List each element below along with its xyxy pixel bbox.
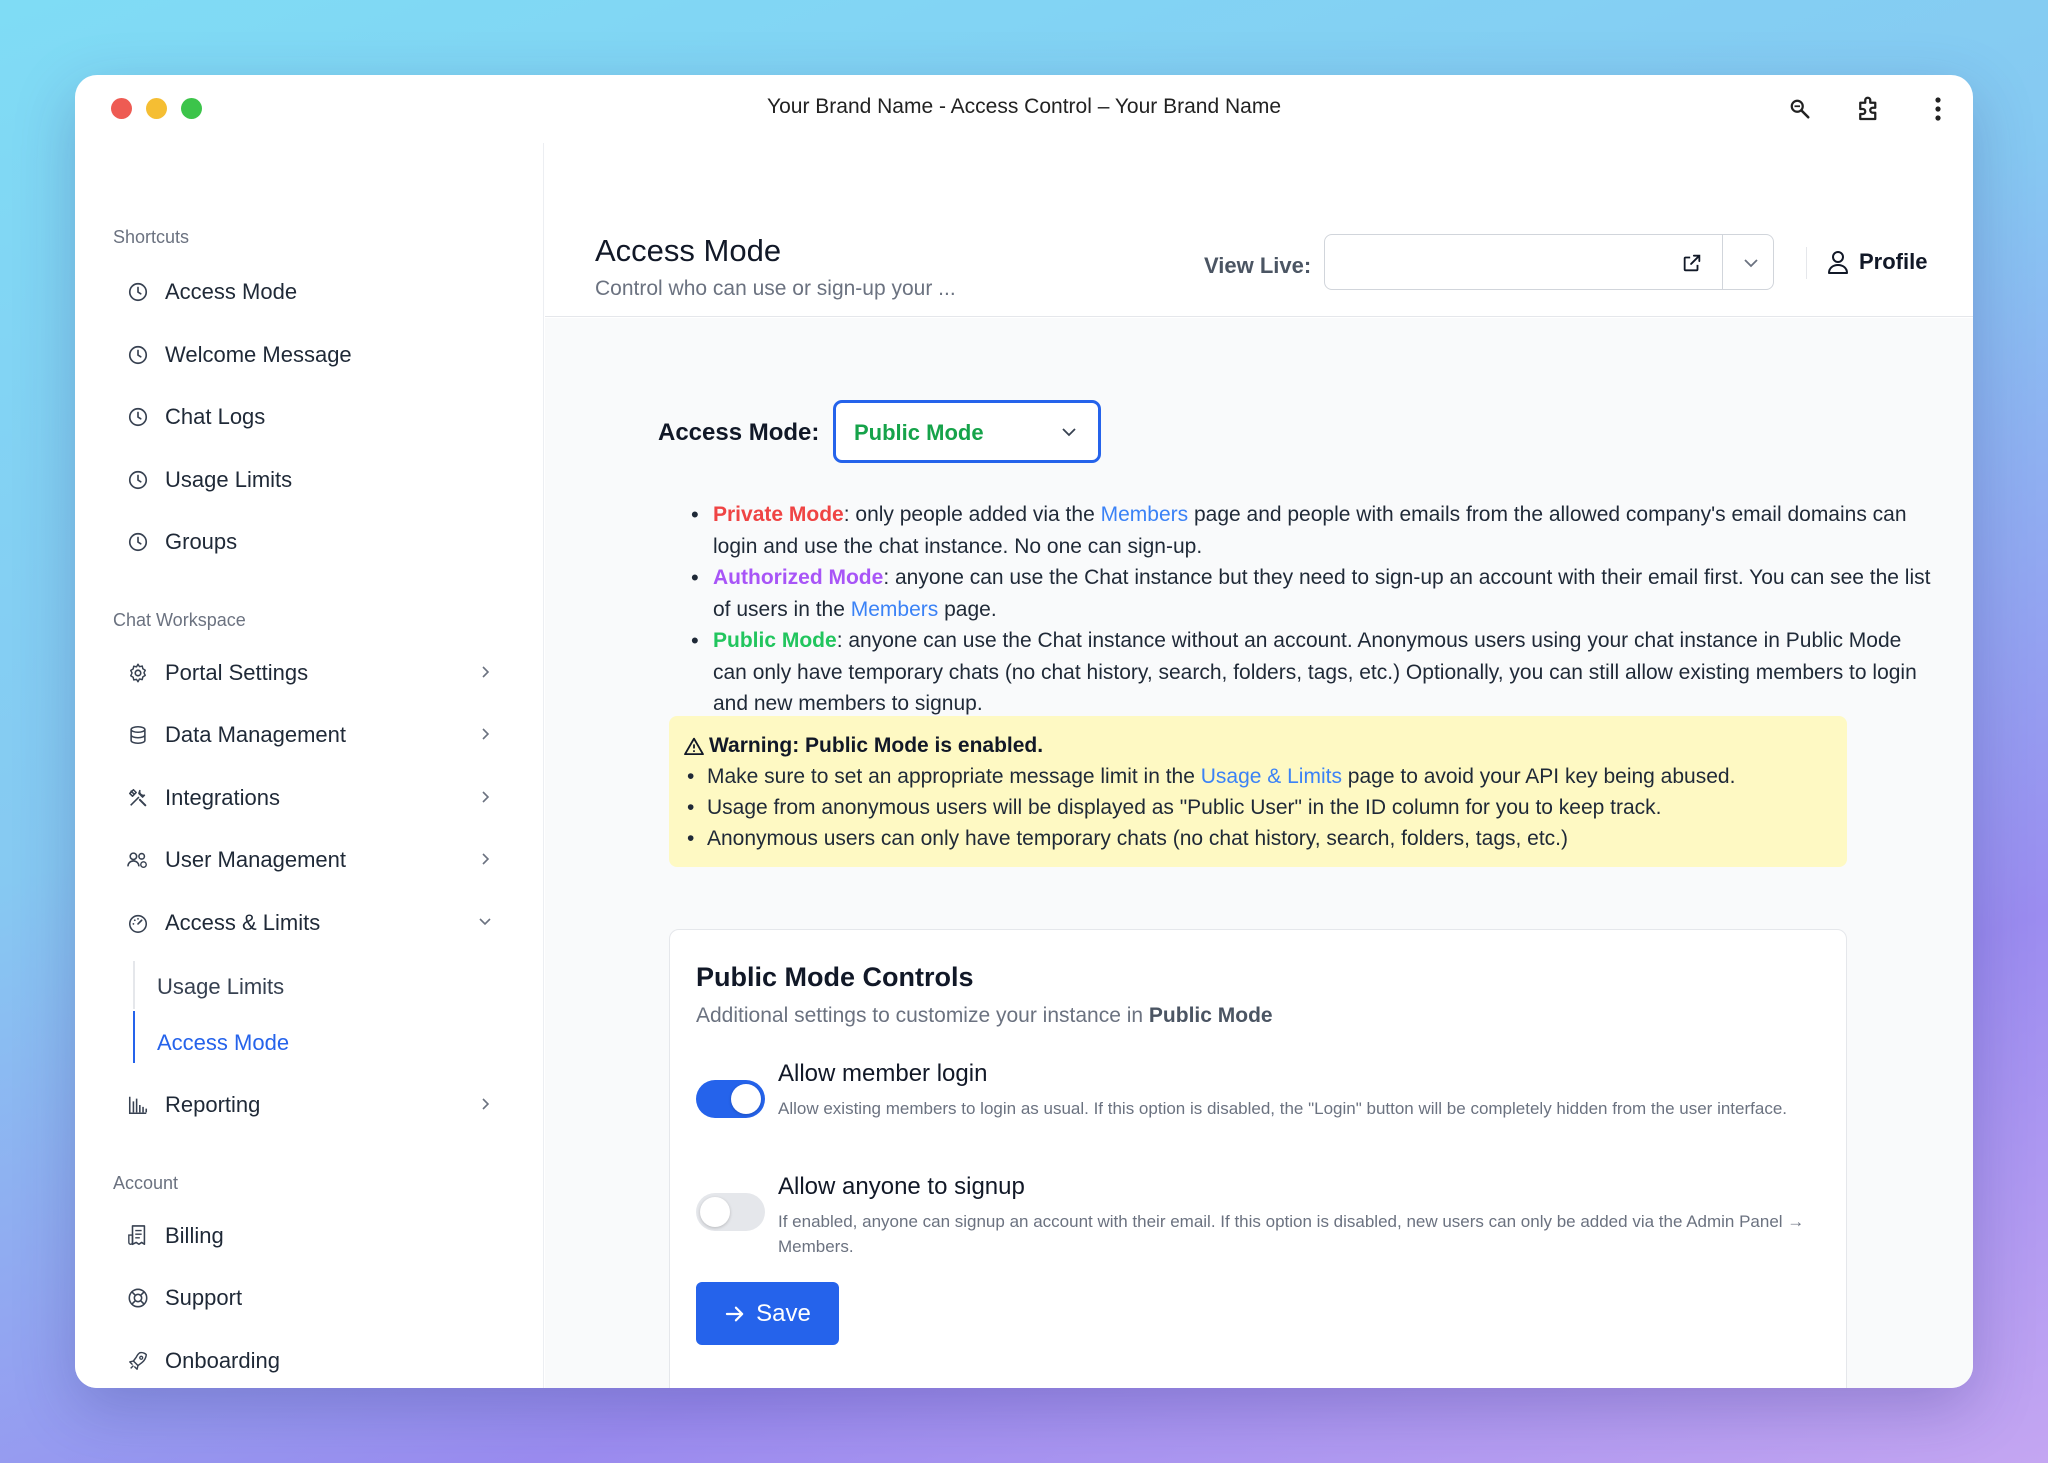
shortcut-access-mode[interactable]: Access Mode bbox=[125, 267, 505, 317]
sidebar-item-portal-settings[interactable]: Portal Settings bbox=[125, 648, 505, 698]
members-link[interactable]: Members bbox=[1101, 503, 1189, 526]
view-live-label: View Live: bbox=[1204, 253, 1312, 278]
card-title: Public Mode Controls bbox=[696, 962, 974, 992]
access-mode-select[interactable]: Public Mode bbox=[833, 400, 1101, 463]
warning-item: Make sure to set an appropriate message … bbox=[683, 761, 1833, 792]
mode-description-public: Public Mode: anyone can use the Chat ins… bbox=[691, 625, 1935, 720]
app-window: Your Brand Name - Access Control – Your … bbox=[75, 75, 1973, 1388]
page-subtitle: Control who can use or sign-up your ... bbox=[595, 277, 956, 300]
allow-member-login-title: Allow member login bbox=[778, 1060, 988, 1087]
page-title: Access Mode bbox=[595, 233, 782, 268]
chevron-right-icon bbox=[475, 724, 495, 744]
shortcuts-section-label: Shortcuts bbox=[113, 227, 190, 247]
sidebar: Shortcuts Access Mode Welcome Message Ch… bbox=[75, 143, 544, 1388]
sidebar-item-data-management[interactable]: Data Management bbox=[125, 710, 505, 760]
usage-limits-link[interactable]: Usage & Limits bbox=[1201, 765, 1342, 788]
gear-icon bbox=[125, 660, 151, 686]
allow-member-login-toggle[interactable] bbox=[696, 1080, 765, 1118]
chevron-right-icon bbox=[475, 849, 495, 869]
arrow-right-icon bbox=[724, 1303, 746, 1325]
account-section-label: Account bbox=[113, 1173, 179, 1193]
public-mode-warning: Warning: Public Mode is enabled. Make su… bbox=[669, 716, 1847, 867]
shortcut-usage-limits[interactable]: Usage Limits bbox=[125, 455, 505, 505]
card-subtitle: Additional settings to customize your in… bbox=[696, 1004, 1273, 1027]
submenu-line bbox=[133, 961, 135, 1009]
shortcut-groups[interactable]: Groups bbox=[125, 517, 505, 567]
access-mode-label: Access Mode: bbox=[658, 419, 820, 446]
lifebuoy-icon bbox=[125, 1285, 151, 1311]
external-link-icon[interactable] bbox=[1678, 249, 1706, 277]
header-separator bbox=[1806, 247, 1807, 279]
allow-signup-title: Allow anyone to signup bbox=[778, 1173, 1025, 1200]
database-icon bbox=[125, 722, 151, 748]
shortcut-welcome-message[interactable]: Welcome Message bbox=[125, 330, 505, 380]
chevron-down-icon bbox=[1058, 421, 1080, 443]
view-live-combobox bbox=[1324, 234, 1774, 290]
clock-icon bbox=[125, 529, 151, 555]
chevron-right-icon bbox=[475, 1094, 495, 1114]
clock-icon bbox=[125, 279, 151, 305]
sidebar-item-onboarding[interactable]: Onboarding bbox=[125, 1336, 505, 1386]
save-button[interactable]: Save bbox=[696, 1282, 839, 1345]
clock-icon bbox=[125, 467, 151, 493]
sidebar-item-user-management[interactable]: User Management bbox=[125, 835, 505, 885]
chevron-down-icon[interactable] bbox=[1739, 251, 1763, 275]
chevron-right-icon bbox=[475, 662, 495, 682]
user-icon bbox=[1825, 249, 1851, 275]
sidebar-item-reporting[interactable]: Reporting bbox=[125, 1080, 505, 1130]
title-bar: Your Brand Name - Access Control – Your … bbox=[75, 75, 1973, 143]
view-live-input[interactable] bbox=[1339, 247, 1669, 277]
tools-icon bbox=[125, 785, 151, 811]
users-icon bbox=[125, 847, 151, 873]
extension-icon[interactable] bbox=[1853, 93, 1885, 125]
gauge-icon bbox=[125, 910, 151, 936]
zoom-icon[interactable] bbox=[1784, 93, 1816, 125]
submenu-item-access-mode[interactable]: Access Mode bbox=[157, 1030, 289, 1056]
rocket-icon bbox=[125, 1348, 151, 1374]
warning-icon bbox=[683, 735, 705, 757]
allow-signup-desc: If enabled, anyone can signup an account… bbox=[778, 1212, 1805, 1256]
chevron-right-icon bbox=[475, 787, 495, 807]
mode-description-private: Private Mode: only people added via the … bbox=[691, 499, 1935, 562]
access-modes-list: Private Mode: only people added via the … bbox=[691, 499, 1935, 720]
clock-icon bbox=[125, 342, 151, 368]
public-mode-controls-card: Public Mode Controls Additional settings… bbox=[669, 929, 1847, 1388]
members-link[interactable]: Members bbox=[851, 598, 939, 621]
mode-description-authorized: Authorized Mode: anyone can use the Chat… bbox=[691, 562, 1935, 625]
submenu-item-usage-limits[interactable]: Usage Limits bbox=[157, 974, 284, 1000]
shortcut-chat-logs[interactable]: Chat Logs bbox=[125, 392, 505, 442]
receipt-icon bbox=[125, 1223, 151, 1249]
sidebar-item-billing[interactable]: Billing bbox=[125, 1211, 505, 1261]
sidebar-item-access-limits[interactable]: Access & Limits bbox=[125, 898, 505, 948]
window-title: Your Brand Name - Access Control – Your … bbox=[767, 95, 1281, 118]
more-options-icon[interactable] bbox=[1922, 93, 1954, 125]
sidebar-item-integrations[interactable]: Integrations bbox=[125, 773, 505, 823]
allow-signup-toggle[interactable] bbox=[696, 1193, 765, 1231]
bar-chart-icon bbox=[125, 1092, 151, 1118]
submenu-line-active bbox=[133, 1011, 135, 1063]
profile-button[interactable]: Profile bbox=[1825, 249, 1927, 275]
chevron-down-icon bbox=[475, 912, 495, 932]
clock-icon bbox=[125, 404, 151, 430]
workspace-section-label: Chat Workspace bbox=[113, 610, 246, 630]
allow-member-login-desc: Allow existing members to login as usual… bbox=[778, 1099, 1787, 1118]
sidebar-item-support[interactable]: Support bbox=[125, 1273, 505, 1323]
view-live-divider bbox=[1722, 235, 1723, 289]
warning-item: Usage from anonymous users will be displ… bbox=[683, 792, 1833, 823]
warning-item: Anonymous users can only have temporary … bbox=[683, 823, 1833, 854]
